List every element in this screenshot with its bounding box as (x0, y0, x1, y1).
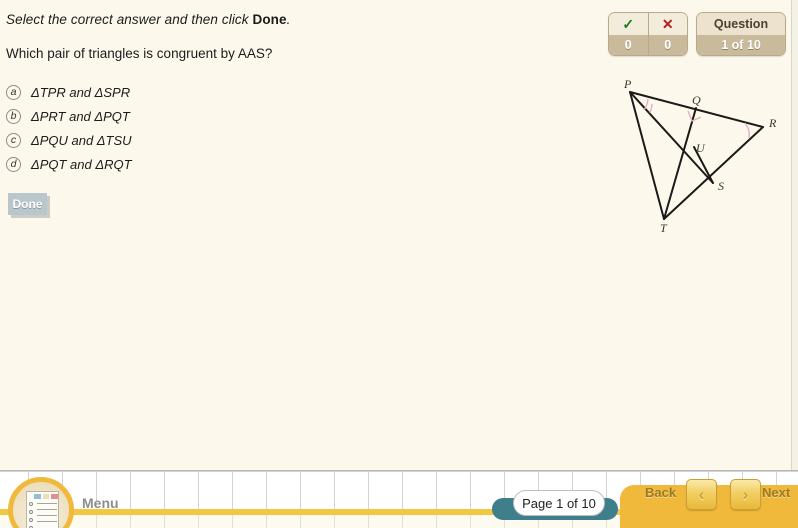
notepad-line (37, 503, 57, 504)
instruction-text: Select the correct answer and then click… (6, 12, 290, 27)
page-indicator[interactable]: Page 1 of 10 (513, 490, 605, 516)
notepad-icon (26, 491, 59, 528)
score-box: ✓ 0 ✕ 0 (608, 12, 688, 56)
done-button[interactable]: Done (8, 193, 47, 215)
choice-letter-d[interactable]: d (6, 156, 21, 172)
vertex-label-R: R (768, 116, 777, 130)
notepad-ring (29, 510, 33, 514)
notepad-ring (29, 502, 33, 506)
question-prompt: Which pair of triangles is congruent by … (6, 46, 273, 61)
choice-letter-a[interactable]: a (6, 84, 21, 100)
menu-button[interactable] (8, 477, 74, 528)
check-icon: ✓ (609, 13, 648, 35)
right-panel-edge (791, 0, 798, 470)
segment-QT (663, 107, 697, 220)
next-label[interactable]: Next (762, 485, 790, 500)
instruction-prefix: Select the correct answer and then click (6, 12, 253, 27)
choice-letter-c[interactable]: c (6, 132, 21, 148)
cross-icon: ✕ (648, 13, 687, 35)
cross-glyph: ✕ (661, 15, 674, 32)
question-counter-value: 1 of 10 (697, 35, 785, 55)
check-glyph: ✓ (622, 15, 635, 32)
notepad-tab-red (51, 494, 59, 499)
vertex-label-T: T (660, 221, 668, 235)
notepad-line (37, 509, 57, 510)
notepad-rings (29, 502, 34, 528)
choice-text-d[interactable]: ΔPQT and ΔRQT (31, 157, 132, 172)
choice-text-a[interactable]: ΔTPR and ΔSPR (31, 85, 130, 100)
triangle-figure: P Q R S T U (600, 68, 792, 248)
chevron-left-icon: ‹ (698, 485, 705, 504)
incorrect-column: ✕ 0 (647, 13, 687, 55)
menu-label[interactable]: Menu (82, 495, 119, 511)
back-label[interactable]: Back (645, 485, 676, 500)
page-indicator-text: Page 1 of 10 (522, 495, 596, 511)
vertex-label-Q: Q (692, 93, 701, 107)
answer-choice-list: a ΔTPR and ΔSPR b ΔPRT and ΔPQT c ΔPQU a… (6, 80, 326, 176)
score-panel: ✓ 0 ✕ 0 Question 1 of 10 (608, 12, 786, 56)
instruction-bold-done: Done (252, 12, 287, 27)
answer-choice-c[interactable]: c ΔPQU and ΔTSU (6, 128, 326, 152)
notepad-tab-blue (34, 494, 41, 499)
vertex-label-S: S (718, 179, 724, 193)
triangle-figure-svg: P Q R S T U (623, 77, 777, 235)
vertex-label-U: U (696, 141, 706, 155)
next-button[interactable]: › (730, 479, 761, 510)
incorrect-count: 0 (648, 35, 687, 55)
chevron-right-icon: › (742, 485, 749, 504)
notepad-tab-yellow (42, 494, 50, 499)
question-counter-label: Question (697, 13, 785, 35)
lesson-screen: Select the correct answer and then click… (0, 0, 798, 528)
notepad-ring (29, 518, 33, 522)
vertex-label-P: P (623, 77, 632, 91)
answer-choice-b[interactable]: b ΔPRT and ΔPQT (6, 104, 326, 128)
notepad-line (37, 521, 57, 522)
notepad-tabs (34, 494, 59, 499)
notepad-line (37, 515, 57, 516)
segment-TR (663, 126, 764, 220)
correct-count: 0 (609, 35, 648, 55)
choice-text-b[interactable]: ΔPRT and ΔPQT (31, 109, 130, 124)
back-button[interactable]: ‹ (686, 479, 717, 510)
instruction-suffix: . (286, 12, 291, 27)
choice-letter-b[interactable]: b (6, 108, 21, 124)
notepad-lines (37, 503, 57, 527)
bottom-toolbar: Menu Back ‹ › Next (0, 470, 798, 528)
figure-segments (629, 91, 764, 220)
angle-arc-r (744, 122, 750, 139)
answer-choice-a[interactable]: a ΔTPR and ΔSPR (6, 80, 326, 104)
correct-column: ✓ 0 (609, 13, 648, 55)
angle-arc-p-inner (649, 103, 653, 114)
question-counter-box: Question 1 of 10 (696, 12, 786, 56)
answer-choice-d[interactable]: d ΔPQT and ΔRQT (6, 152, 326, 176)
choice-text-c[interactable]: ΔPQU and ΔTSU (31, 133, 132, 148)
